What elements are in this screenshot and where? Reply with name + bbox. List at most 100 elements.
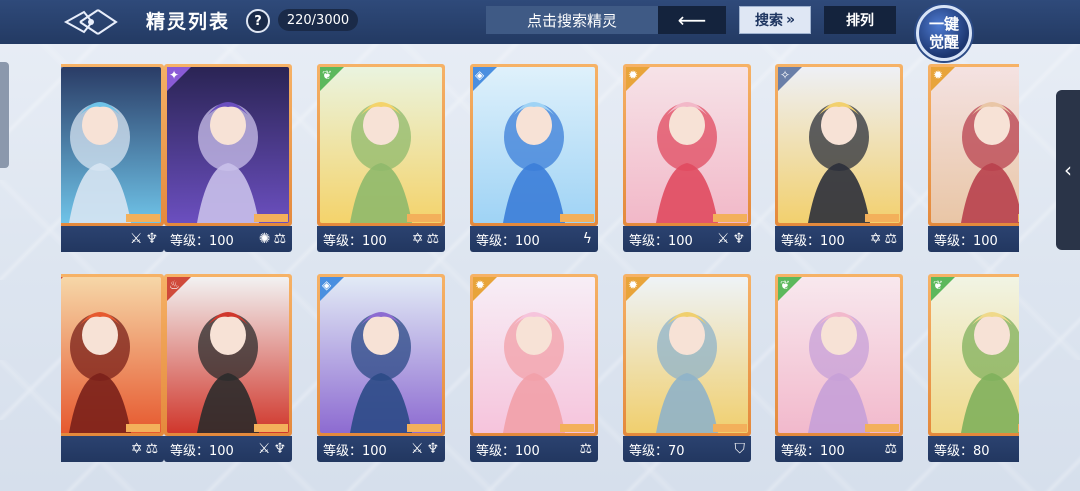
trait-icon: ⚔: [410, 441, 424, 457]
sort-button[interactable]: 排列: [824, 6, 896, 34]
level-label: 等级：100: [170, 233, 234, 249]
trait-icon: ⚔: [129, 231, 143, 247]
portrait-art: [320, 277, 442, 433]
spirit-card[interactable]: ❦ 等级：100 ✡ ⚖: [317, 64, 445, 256]
rank-strip: [1018, 214, 1019, 222]
rank-strip: [407, 214, 441, 222]
level-label: 等级：80: [934, 443, 990, 459]
chevron-down-icon: »: [785, 12, 796, 28]
trait-icon: ♆: [732, 231, 745, 247]
spirit-card[interactable]: ✧ 等级：100 ✡ ⚖: [775, 64, 903, 256]
portrait-art: [626, 277, 748, 433]
portrait-art: [778, 67, 900, 223]
portrait-art: [931, 67, 1019, 223]
spirit-card[interactable]: ◈ 等级：100 ϟ: [470, 64, 598, 256]
spirit-card[interactable]: ✹ 等级：100 ⚔ ♆: [623, 64, 751, 256]
card-frame: ✹: [623, 274, 751, 436]
element-glyph: ✹: [628, 68, 639, 82]
level-label: 等级：100: [323, 443, 387, 459]
trait-icon: ♆: [273, 441, 286, 457]
card-frame: ✹: [928, 64, 1019, 226]
spirit-portrait: [626, 67, 748, 223]
spirit-portrait: [61, 277, 161, 433]
spirit-card[interactable]: ❦ 等级：100 ⚖: [775, 274, 903, 466]
spirit-portrait: [61, 67, 161, 223]
trait-icon: ϟ: [582, 231, 592, 247]
collection-count: 220/3000: [278, 9, 358, 31]
spirit-portrait: [320, 277, 442, 433]
trait-icon: ✡: [411, 231, 424, 247]
trait-icon: ⚖: [426, 231, 439, 247]
spirit-portrait: [320, 67, 442, 223]
spirit-card[interactable]: ♨00✡⚖: [61, 274, 164, 466]
element-glyph: ◈: [322, 278, 332, 292]
search-input[interactable]: 点击搜索精灵: [486, 6, 658, 34]
spirit-card[interactable]: ✹ 等级：70 ⛉: [623, 274, 751, 466]
right-side-tab[interactable]: ‹: [1056, 90, 1080, 250]
rank-strip: [865, 424, 899, 432]
card-frame: ❦: [317, 64, 445, 226]
trait-icon: ♆: [145, 231, 158, 247]
spirit-portrait: [931, 277, 1019, 433]
card-footer: 等级：100 ⚖: [470, 436, 598, 462]
level-label: 等级：100: [629, 233, 693, 249]
rank-strip: [713, 214, 747, 222]
card-footer: 等级：100 ✺ ⚖: [164, 226, 292, 252]
card-frame: ✧: [61, 64, 164, 226]
card-frame: ◈: [317, 274, 445, 436]
spirit-card[interactable]: ◈ 等级：100 ⚔ ♆: [317, 274, 445, 466]
spirit-portrait: [778, 67, 900, 223]
trait-icon: ✡: [130, 441, 143, 457]
app-logo-icon: [63, 9, 118, 35]
element-glyph: ✦: [169, 68, 180, 82]
portrait-art: [626, 67, 748, 223]
portrait-art: [320, 67, 442, 223]
trait-icon: ⚖: [884, 231, 897, 247]
spirit-card[interactable]: ✦ 等级：100 ✺ ⚖: [164, 64, 292, 256]
level-label: 等级：100: [781, 233, 845, 249]
rank-strip: [560, 424, 594, 432]
element-glyph: ✹: [475, 278, 486, 292]
card-footer: 等级：100 ⚔ ♆: [317, 436, 445, 462]
card-footer: 等级：100 ϟ: [470, 226, 598, 252]
filter-button[interactable]: 搜索 »: [739, 6, 811, 34]
help-button[interactable]: ?: [246, 9, 270, 33]
awaken-label-2: 觉醒: [928, 33, 959, 51]
card-frame: ❦: [775, 274, 903, 436]
card-footer: 等级：80✡: [928, 436, 1019, 462]
rank-strip: [126, 214, 160, 222]
rank-strip: [713, 424, 747, 432]
portrait-art: [167, 277, 289, 433]
spirit-portrait: [626, 277, 748, 433]
card-footer: 等级：100 ✡ ⚖: [775, 226, 903, 252]
trait-icon: ✡: [869, 231, 882, 247]
card-footer: 等级：100 ⚔ ♆: [623, 226, 751, 252]
spirit-card[interactable]: ✧00⚔♆: [61, 64, 164, 256]
portrait-art: [61, 67, 161, 223]
card-frame: ◈: [470, 64, 598, 226]
card-frame: ✹: [470, 274, 598, 436]
filter-label: 搜索: [754, 13, 783, 29]
awaken-label-1: 一键: [928, 15, 959, 33]
left-side-tab[interactable]: [0, 62, 9, 168]
card-footer: 等级：100 ⚔ ♆: [164, 436, 292, 462]
back-arrow-button[interactable]: ⟵: [658, 6, 726, 34]
spirit-card[interactable]: ✹ 等级：100 ⚖: [470, 274, 598, 466]
rank-strip: [407, 424, 441, 432]
element-glyph: ❦: [780, 278, 791, 292]
page-title: 精灵列表: [146, 11, 231, 33]
spirit-card[interactable]: ❦ 等级：80✡: [928, 274, 1019, 466]
trait-icon: ⚖: [145, 441, 158, 457]
spirit-card[interactable]: ♨ 等级：100 ⚔ ♆: [164, 274, 292, 466]
portrait-art: [473, 277, 595, 433]
card-footer: 00✡⚖: [61, 436, 164, 462]
one-click-awaken-button[interactable]: 一键 觉醒: [916, 5, 972, 61]
card-frame: ♨: [164, 274, 292, 436]
rank-strip: [254, 214, 288, 222]
rank-strip: [560, 214, 594, 222]
rank-strip: [1018, 424, 1019, 432]
card-frame: ✹: [623, 64, 751, 226]
trait-icon: ⚖: [579, 441, 592, 457]
spirit-card[interactable]: ✹ 等级：100✡: [928, 64, 1019, 256]
spirit-portrait: [473, 277, 595, 433]
